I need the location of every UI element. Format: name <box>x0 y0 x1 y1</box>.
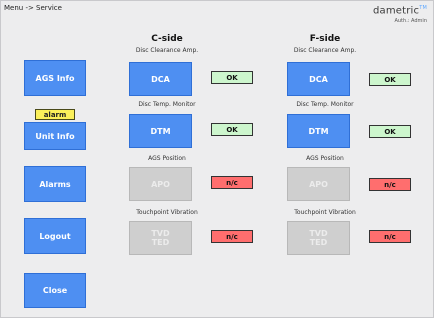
f-dtm-button[interactable]: DTM <box>287 114 350 148</box>
alarm-badge: alarm <box>35 109 75 120</box>
f-tvd-label: Touchpoint Vibration <box>294 209 356 216</box>
c-dca-button[interactable]: DCA <box>129 62 192 96</box>
c-apo-label: AGS Position <box>148 155 186 162</box>
f-dtm-label: Disc Temp. Monitor <box>296 101 354 108</box>
c-dca-status: OK <box>211 71 253 84</box>
service-screen: Menu -> Service dametricTM Auth.: Admin … <box>0 0 434 318</box>
f-apo-status: n/c <box>369 178 411 191</box>
breadcrumb: Menu -> Service <box>4 4 62 12</box>
f-dtm-status: OK <box>369 125 411 138</box>
c-tvd-line2: TED <box>151 238 170 247</box>
c-tvd-button[interactable]: TVD TED <box>129 221 192 255</box>
f-tvd-line1: TVD <box>309 229 328 238</box>
f-dca-status: OK <box>369 73 411 86</box>
auth-level: Auth.: Admin <box>394 18 427 25</box>
c-tvd-label: Touchpoint Vibration <box>136 209 198 216</box>
f-apo-label: AGS Position <box>306 155 344 162</box>
close-button[interactable]: Close <box>24 273 86 308</box>
c-tvd-line1: TVD <box>151 229 170 238</box>
brand-logo: dametricTM Auth.: Admin <box>373 5 427 24</box>
c-side-title: C-side <box>151 34 183 44</box>
f-side-title: F-side <box>309 34 341 44</box>
f-apo-button[interactable]: APO <box>287 167 350 201</box>
c-tvd-status: n/c <box>211 230 253 243</box>
unit-info-button[interactable]: Unit Info <box>24 122 86 150</box>
ags-info-button[interactable]: AGS Info <box>24 60 86 96</box>
f-tvd-button[interactable]: TVD TED <box>287 221 350 255</box>
c-apo-status: n/c <box>211 176 253 189</box>
f-dca-button[interactable]: DCA <box>287 62 350 96</box>
logout-button[interactable]: Logout <box>24 218 86 254</box>
alarms-button[interactable]: Alarms <box>24 166 86 202</box>
brand-trademark: TM <box>419 5 427 11</box>
c-apo-button[interactable]: APO <box>129 167 192 201</box>
brand-name: dametric <box>372 5 420 17</box>
c-dtm-label: Disc Temp. Monitor <box>138 101 196 108</box>
c-dtm-button[interactable]: DTM <box>129 114 192 148</box>
f-dca-label: Disc Clearance Amp. <box>293 47 357 54</box>
c-dca-label: Disc Clearance Amp. <box>135 47 199 54</box>
f-tvd-line2: TED <box>309 238 328 247</box>
c-dtm-status: OK <box>211 123 253 136</box>
f-tvd-status: n/c <box>369 230 411 243</box>
